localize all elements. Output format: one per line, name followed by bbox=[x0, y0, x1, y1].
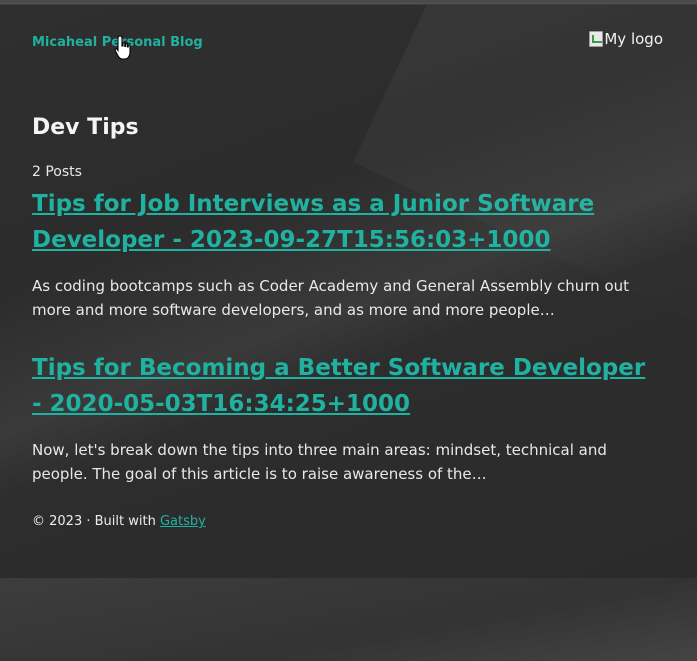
footer-text: © 2023 · Built with bbox=[32, 514, 156, 529]
main-content: Dev Tips 2 Posts Tips for Job Interviews… bbox=[32, 115, 662, 529]
post-count: 2 Posts bbox=[32, 164, 82, 180]
broken-image-icon bbox=[589, 31, 604, 47]
hand-pointer-icon bbox=[114, 35, 131, 60]
post-item: Tips for Becoming a Better Software Deve… bbox=[32, 350, 662, 486]
post-title-link[interactable]: Tips for Becoming a Better Software Deve… bbox=[32, 350, 662, 422]
post-excerpt: As coding bootcamps such as Coder Academ… bbox=[32, 277, 630, 319]
site-logo[interactable]: My logo bbox=[589, 30, 663, 48]
page-backdrop bbox=[0, 578, 697, 661]
logo-alt-text: My logo bbox=[604, 30, 663, 48]
window-top-border bbox=[0, 0, 697, 4]
site-footer: © 2023 · Built with Gatsby bbox=[32, 514, 662, 529]
post-title-link[interactable]: Tips for Job Interviews as a Junior Soft… bbox=[32, 186, 662, 258]
post-excerpt: Now, let's break down the tips into thre… bbox=[32, 441, 607, 483]
gatsby-link[interactable]: Gatsby bbox=[160, 514, 206, 529]
blog-page: Micaheal Personal Blog My logo Dev Tips … bbox=[0, 5, 697, 578]
post-item: Tips for Job Interviews as a Junior Soft… bbox=[32, 186, 662, 322]
page-title: Dev Tips bbox=[32, 115, 139, 140]
